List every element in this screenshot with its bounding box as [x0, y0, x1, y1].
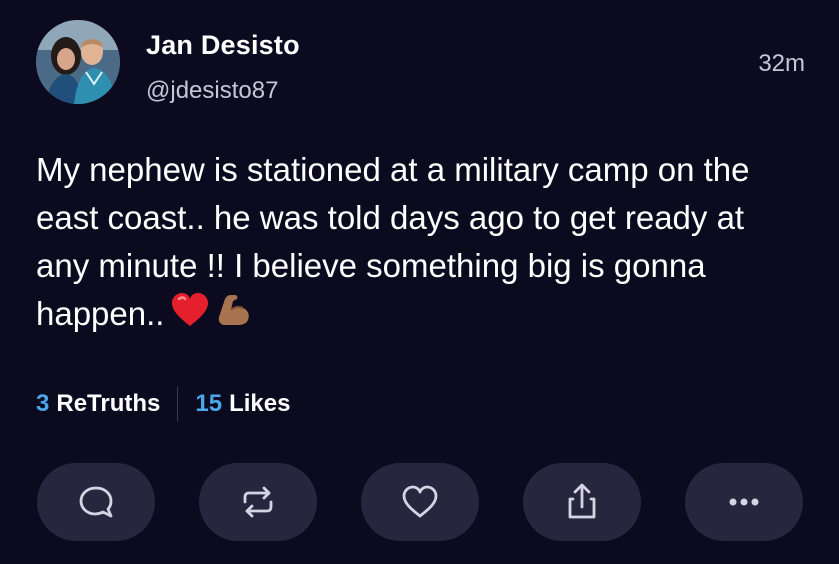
likes-count[interactable]: 15 [195, 390, 222, 418]
retruths-label[interactable]: ReTruths [56, 390, 160, 418]
stats-divider [177, 386, 179, 422]
red-heart-icon [170, 292, 210, 341]
author-display-name[interactable]: Jan Desisto [146, 30, 300, 61]
author-handle[interactable]: @jdesisto87 [146, 77, 278, 105]
like-button[interactable] [361, 463, 479, 541]
reply-button[interactable] [37, 463, 155, 541]
repost-arrows-icon [243, 486, 273, 518]
share-upload-icon [568, 483, 596, 519]
share-button[interactable] [523, 463, 641, 541]
ellipsis-icon [729, 498, 759, 506]
likes-label[interactable]: Likes [229, 390, 290, 418]
speech-bubble-icon [79, 486, 113, 518]
post-body: My nephew is stationed at a military cam… [36, 146, 806, 341]
flexed-biceps-icon [216, 292, 252, 341]
more-options-button[interactable] [685, 463, 803, 541]
heart-outline-icon [402, 485, 438, 518]
author-avatar[interactable] [36, 20, 120, 104]
retruths-count[interactable]: 3 [36, 390, 49, 418]
post-text: My nephew is stationed at a military cam… [36, 151, 750, 332]
retruth-button[interactable] [199, 463, 317, 541]
post-timestamp: 32m [758, 50, 805, 77]
truth-post: Jan Desisto @jdesisto87 32m My nephew is… [0, 0, 839, 564]
post-stats: 3 ReTruths 15 Likes [36, 386, 290, 422]
avatar-photo [36, 20, 120, 104]
action-bar [37, 463, 803, 541]
